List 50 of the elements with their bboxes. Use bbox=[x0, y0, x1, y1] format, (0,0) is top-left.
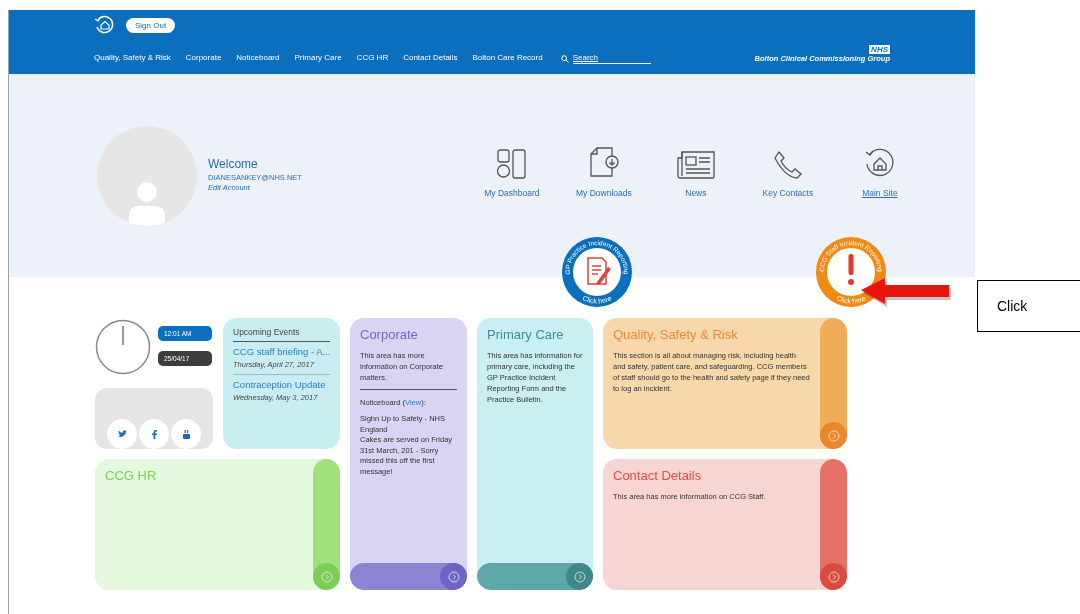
facebook-icon bbox=[151, 429, 157, 439]
person-icon bbox=[127, 180, 167, 226]
twitter-button[interactable] bbox=[107, 419, 137, 449]
document-download-icon bbox=[587, 146, 620, 180]
nhs-badge: NHS bbox=[869, 45, 890, 54]
tile-card[interactable] bbox=[350, 318, 467, 590]
bird-icon bbox=[117, 430, 127, 438]
clock-icon bbox=[95, 318, 151, 376]
nav-link[interactable]: Primary Care bbox=[294, 53, 342, 63]
next-button[interactable] bbox=[566, 563, 593, 590]
home-icon[interactable] bbox=[94, 15, 116, 35]
nav-link[interactable]: Bolton Care Record bbox=[472, 53, 543, 63]
quick-link[interactable]: My Dashboard bbox=[484, 188, 540, 199]
nav-link[interactable]: Contact Details bbox=[403, 53, 458, 63]
arrow-circle-icon bbox=[320, 570, 333, 583]
next-button[interactable] bbox=[820, 563, 847, 590]
arrow-circle-icon bbox=[573, 570, 586, 583]
tile-title: CCG HR bbox=[105, 468, 158, 484]
sign-out-button[interactable]: Sign Out bbox=[126, 17, 176, 33]
search-field[interactable]: Search bbox=[572, 53, 651, 64]
dashboard-icon bbox=[495, 148, 528, 180]
newspaper-icon bbox=[675, 150, 716, 180]
quick-link[interactable]: My Downloads bbox=[576, 188, 632, 199]
welcome-heading: Welcome bbox=[208, 158, 259, 171]
facebook-button[interactable] bbox=[139, 419, 169, 449]
quick-link[interactable]: Main Site bbox=[862, 188, 898, 199]
nav-link[interactable]: CCG HR bbox=[356, 53, 389, 63]
arrow-circle-icon bbox=[827, 570, 840, 583]
arrow-circle-icon bbox=[827, 429, 840, 442]
next-button[interactable] bbox=[820, 422, 847, 449]
phone-icon bbox=[772, 150, 803, 180]
quick-link[interactable]: Key Contacts bbox=[762, 188, 814, 199]
nav-link[interactable]: Quality, Safety & Risk bbox=[94, 53, 171, 63]
next-button[interactable] bbox=[440, 563, 467, 590]
tile-title: Corporate bbox=[360, 327, 419, 343]
tile-card[interactable] bbox=[603, 318, 847, 449]
event-title[interactable]: CCG staff briefing - A... bbox=[233, 346, 330, 358]
arrow-circle-icon bbox=[447, 570, 460, 583]
nav-link[interactable]: Noticeboard bbox=[236, 53, 280, 63]
tile-title: Contact Details bbox=[613, 468, 703, 484]
youtube-button[interactable] bbox=[171, 419, 201, 449]
nav-link[interactable]: Corporate bbox=[185, 53, 222, 63]
callout-box: Click bbox=[977, 280, 1080, 332]
quick-link[interactable]: News bbox=[685, 188, 707, 199]
event-title[interactable]: Contraception Update bbox=[233, 379, 330, 391]
exclamation-icon bbox=[848, 254, 854, 285]
search-icon bbox=[560, 54, 569, 63]
tile-title: Primary Care bbox=[487, 327, 565, 343]
events-heading: Upcoming Events bbox=[233, 327, 330, 342]
tile-title: Quality, Safety & Risk bbox=[613, 327, 739, 343]
